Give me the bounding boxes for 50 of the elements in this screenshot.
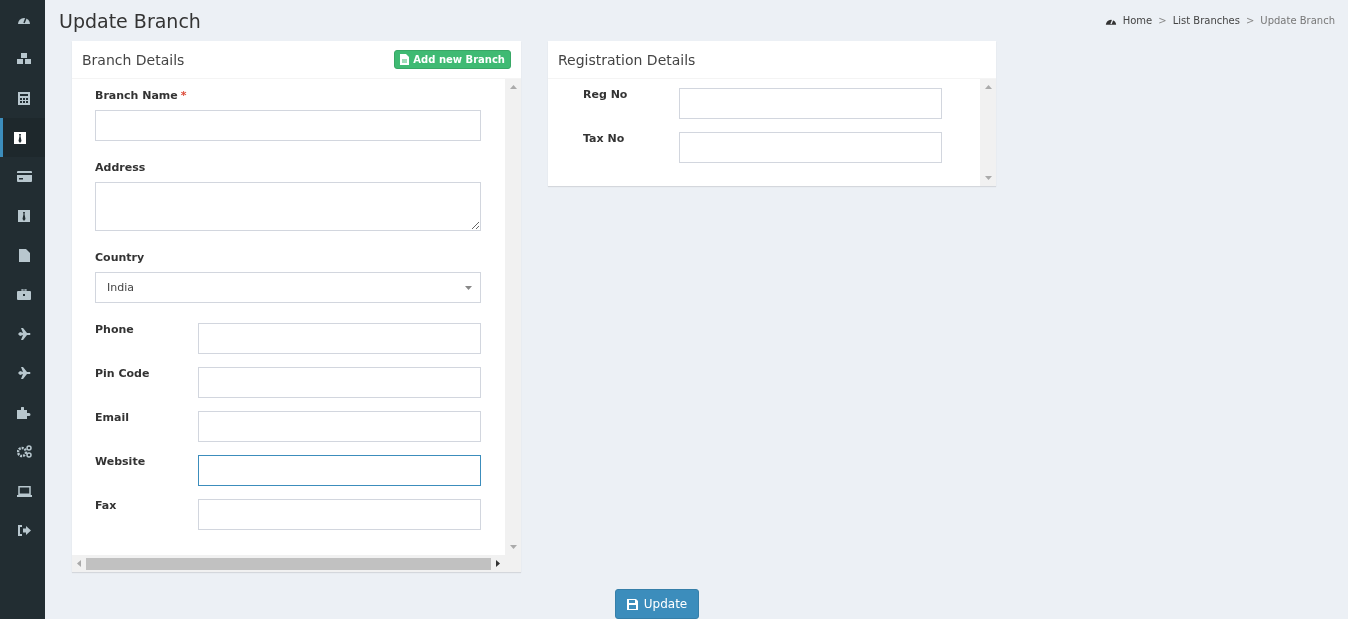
scroll-down-icon xyxy=(509,545,517,549)
field-label: Country xyxy=(95,251,145,264)
sidebar-item[interactable] xyxy=(0,117,45,158)
scroll-right-icon xyxy=(496,560,500,567)
briefcase-icon xyxy=(17,289,31,301)
credit-card-icon xyxy=(16,171,32,183)
vertical-scrollbar[interactable] xyxy=(505,79,521,555)
airplane-icon xyxy=(17,328,31,340)
field-label: Branch Name xyxy=(95,89,178,102)
vertical-scrollbar[interactable] xyxy=(980,79,996,186)
current-page-label: Update Branch xyxy=(1260,15,1335,26)
caret-icon xyxy=(465,285,472,290)
breadcrumb-separator: > xyxy=(1158,15,1167,26)
laptop-icon xyxy=(16,485,32,497)
update-button[interactable]: Update xyxy=(614,589,700,619)
puzzle-icon xyxy=(17,406,31,419)
field-label: Phone xyxy=(95,323,134,336)
scrollbar-thumb[interactable] xyxy=(86,557,491,570)
scroll-up-icon xyxy=(509,85,517,89)
tie-icon xyxy=(14,131,26,144)
file-icon xyxy=(18,248,30,262)
field-label: Website xyxy=(95,455,146,468)
breadcrumb-link[interactable]: List Branches xyxy=(1172,15,1240,26)
field-label: Pin Code xyxy=(95,367,150,380)
file-icon xyxy=(400,54,410,65)
field-label: Reg No xyxy=(583,88,629,101)
sign-out-icon xyxy=(17,525,31,536)
save-icon xyxy=(626,598,638,610)
panel-title: Branch Details xyxy=(82,51,185,68)
page-title: Update Branch xyxy=(59,9,201,32)
scroll-up-icon xyxy=(984,85,992,89)
breadcrumb-separator: > xyxy=(1245,15,1255,26)
input-field[interactable] xyxy=(198,455,481,486)
scroll-down-icon xyxy=(984,176,992,180)
calculator-icon xyxy=(18,91,30,105)
required-mark: * xyxy=(180,89,187,102)
field-label: Tax No xyxy=(583,132,626,145)
field-label: Address xyxy=(95,161,146,174)
field-label: Fax xyxy=(95,499,117,512)
breadcrumb-link[interactable]: Home xyxy=(1122,15,1153,26)
address-field[interactable] xyxy=(95,182,481,231)
scroll-left-icon xyxy=(77,560,81,567)
country-select[interactable]: India xyxy=(95,272,481,303)
gears-icon xyxy=(16,445,32,459)
field-label: Email xyxy=(95,411,129,424)
cubes-icon xyxy=(16,52,32,66)
horizontal-scrollbar[interactable] xyxy=(72,555,521,572)
panel-title: Registration Details xyxy=(558,51,696,68)
airplane-icon xyxy=(17,367,31,380)
tie-icon xyxy=(18,210,30,223)
